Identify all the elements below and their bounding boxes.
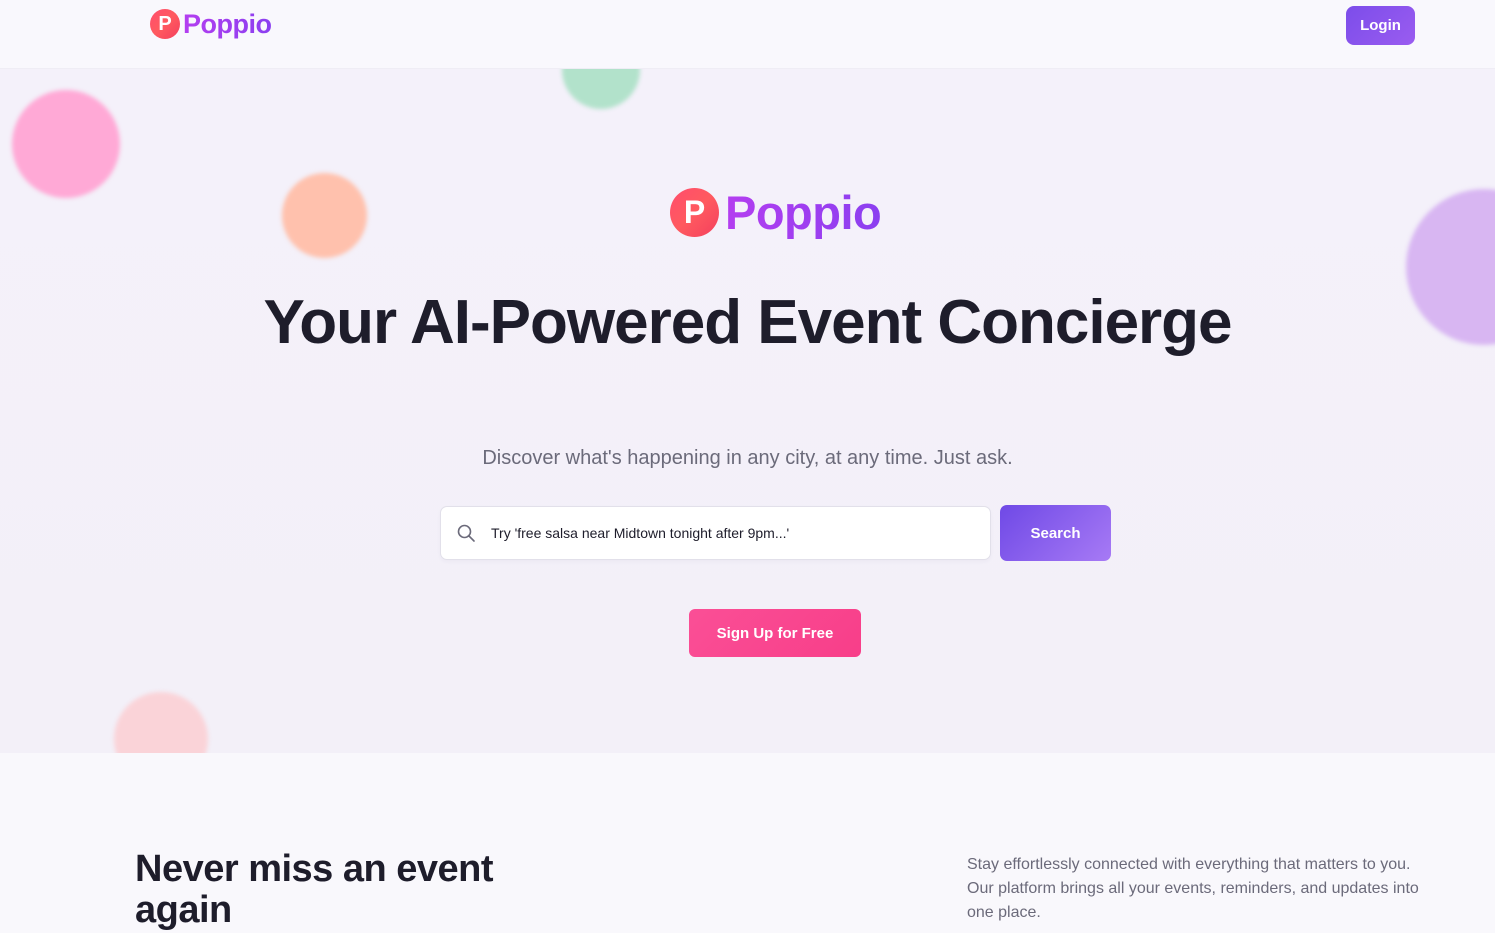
decorative-bubble-pink xyxy=(12,90,120,198)
search-box[interactable] xyxy=(440,506,991,560)
hero-logo: P Poppio xyxy=(670,184,882,240)
hero-logo-wordmark: Poppio xyxy=(725,185,882,239)
decorative-bubble-peach xyxy=(282,173,367,258)
hero-logo-badge-icon: P xyxy=(670,187,719,237)
logo-wordmark: Poppio xyxy=(183,8,272,39)
features-description: Stay effortlessly connected with everyth… xyxy=(967,856,1419,921)
features-heading: Never miss an event again xyxy=(135,848,494,931)
sign-up-button[interactable]: Sign Up for Free xyxy=(689,609,861,657)
search-button[interactable]: Search xyxy=(1000,505,1111,561)
search-input[interactable] xyxy=(489,524,969,542)
top-navigation-bar: P Poppio Login xyxy=(0,0,1495,69)
login-button[interactable]: Login xyxy=(1346,6,1415,45)
decorative-bubble-rose xyxy=(114,692,208,753)
header-logo[interactable]: P Poppio xyxy=(150,8,272,40)
hero-title: Your AI-Powered Event Concierge xyxy=(263,288,1232,357)
search-icon xyxy=(457,524,475,542)
decorative-bubble-green xyxy=(562,69,640,109)
hero-subtitle: Discover what's happening in any city, a… xyxy=(482,447,1013,469)
features-section: Never miss an event again Stay effortles… xyxy=(0,753,1495,933)
hero-section: P Poppio Your AI-Powered Event Concierge… xyxy=(0,69,1495,753)
logo-badge-icon: P xyxy=(150,9,180,39)
